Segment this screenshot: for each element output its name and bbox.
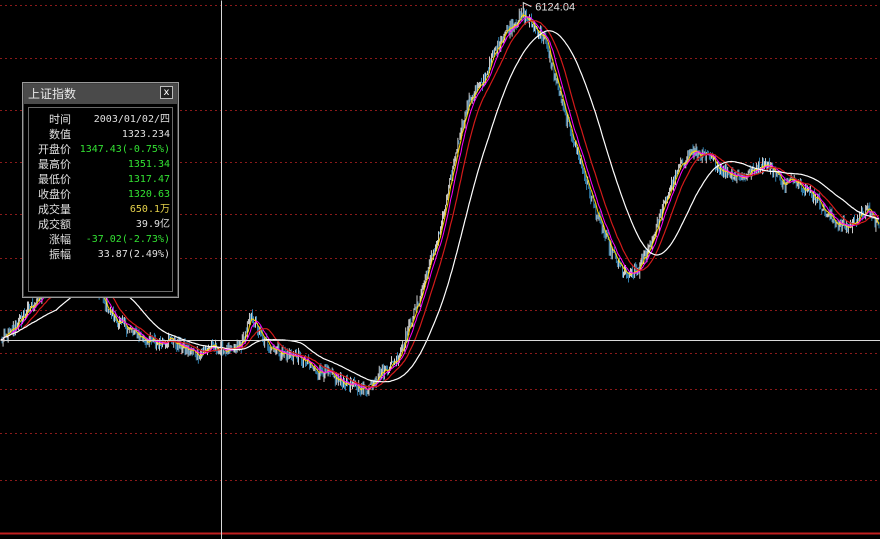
info-row-value: 39.9亿: [135, 219, 170, 230]
info-row-label: 时间: [49, 113, 71, 126]
info-row-label: 开盘价: [38, 143, 71, 156]
info-row-value: 1351.34: [127, 159, 170, 170]
info-row-label: 最高价: [38, 158, 71, 171]
info-row: 最低价 1317.47: [29, 172, 172, 187]
peak-annotation: 6124.04: [522, 2, 575, 14]
info-row-value: 1317.47: [127, 174, 170, 185]
info-row-value: -37.02(-2.73%): [85, 234, 170, 245]
info-row-value: 1323.234: [121, 129, 170, 140]
peak-value-label: 6124.04: [535, 2, 575, 14]
info-row: 最高价 1351.34: [29, 157, 172, 172]
info-row: 开盘价 1347.43(-0.75%): [29, 142, 172, 157]
info-row-value: 33.87(2.49%): [97, 249, 170, 260]
info-row-value: 1347.43(-0.75%): [79, 144, 170, 155]
info-row-value: 650.1万: [129, 204, 170, 215]
info-row: 收盘价 1320.63: [29, 187, 172, 202]
info-row-label: 收盘价: [38, 188, 71, 201]
info-row-label: 最低价: [38, 173, 71, 186]
info-row: 时间 2003/01/02/四: [29, 112, 172, 127]
info-row-label: 涨幅: [49, 233, 71, 246]
info-row: 振幅 33.87(2.49%): [29, 247, 172, 262]
info-row: 成交量 650.1万: [29, 202, 172, 217]
info-row-label: 数值: [49, 128, 71, 141]
info-window-title[interactable]: 上证指数: [24, 84, 177, 104]
info-window-title-text: 上证指数: [28, 87, 77, 101]
info-row: 涨幅 -37.02(-2.73%): [29, 232, 172, 247]
info-row-value: 1320.63: [127, 189, 170, 200]
info-value-list: 时间 2003/01/02/四数值 1323.234 开盘价 1347.43(-0.75…: [28, 107, 173, 292]
info-row-label: 成交量: [38, 203, 71, 216]
close-icon[interactable]: x: [160, 86, 173, 99]
info-row: 成交额 39.9亿: [29, 217, 172, 232]
info-row: 数值 1323.234: [29, 127, 172, 142]
info-row-label: 振幅: [49, 248, 71, 261]
info-row-value: 2003/01/02/四: [93, 114, 170, 125]
data-info-window[interactable]: 上证指数 x 时间 2003/01/02/四数值 1323.234 开盘价 1347.4…: [22, 82, 179, 298]
info-row-label: 成交额: [38, 218, 71, 231]
